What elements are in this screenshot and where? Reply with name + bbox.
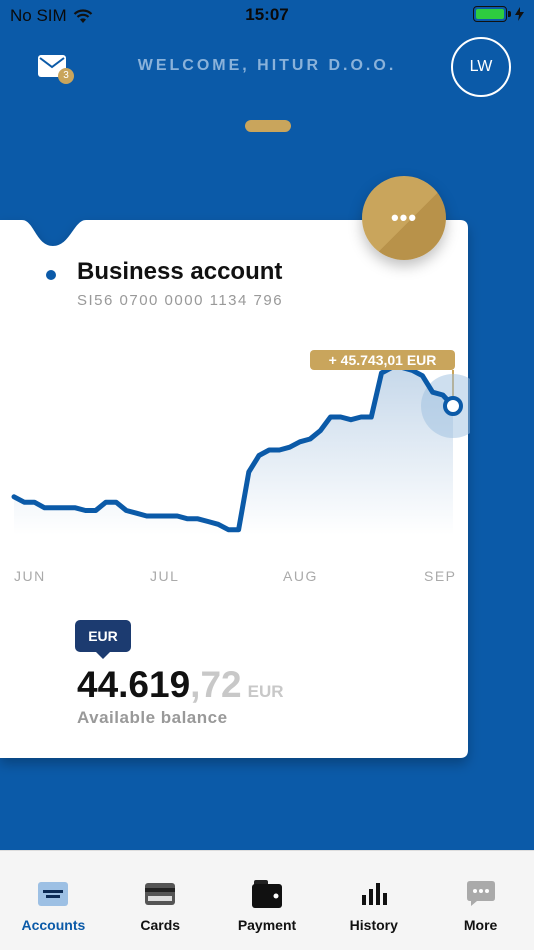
tab-accounts[interactable]: Accounts (0, 851, 107, 950)
balance-currency: EUR (247, 682, 284, 701)
account-iban: SI56 0700 0000 1134 796 (77, 292, 284, 309)
tab-history[interactable]: History (320, 851, 427, 950)
chat-dots-icon (466, 879, 496, 909)
axis-label-jun: JUN (14, 568, 46, 584)
bar-chart-icon (359, 879, 389, 909)
account-indicator-dot (46, 270, 56, 280)
tab-cards[interactable]: Cards (107, 851, 214, 950)
tab-payment[interactable]: Payment (214, 851, 321, 950)
axis-label-jul: JUL (150, 568, 180, 584)
axis-label-aug: AUG (283, 568, 318, 584)
tab-bar: Accounts Cards Payment History More (0, 850, 534, 950)
more-options-button[interactable]: ••• (362, 176, 446, 260)
balance-label: Available balance (77, 708, 228, 727)
balance-decimal: ,72 (190, 664, 242, 705)
tab-label: Cards (140, 917, 181, 933)
wallet-icon (251, 879, 282, 909)
tab-label: More (463, 917, 498, 933)
accounts-icon (38, 879, 69, 909)
balance-amount: 44.619 ,72 EUR (77, 664, 284, 706)
balance-integer: 44.619 (77, 664, 191, 705)
card-icon (145, 879, 176, 909)
tab-label: History (349, 917, 398, 933)
tab-label: Payment (237, 917, 297, 933)
account-name: Business account (77, 258, 283, 285)
balance-change-tag: + 45.743,01 EUR (310, 350, 455, 370)
balance-chart (11, 365, 470, 535)
axis-label-sep: SEP (424, 568, 457, 584)
currency-tag: EUR (75, 620, 131, 659)
tab-more[interactable]: More (427, 851, 534, 950)
tab-label: Accounts (21, 917, 86, 933)
chart-current-point[interactable] (443, 396, 463, 416)
